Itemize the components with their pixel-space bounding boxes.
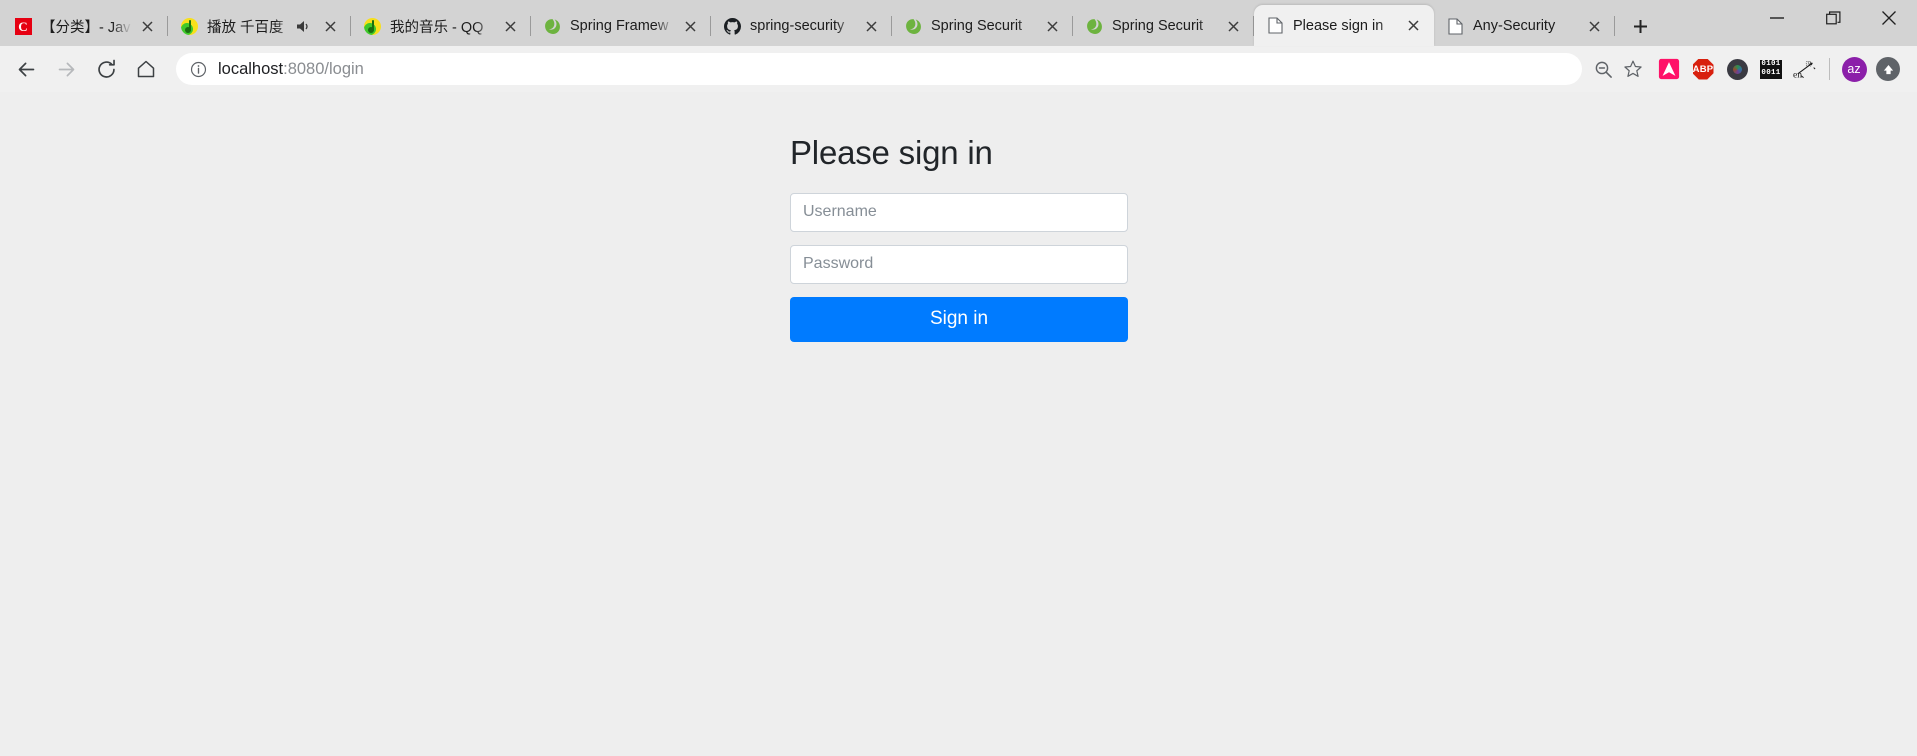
bookmark-button[interactable]	[1618, 54, 1648, 84]
page-title: Please sign in	[790, 134, 993, 171]
tab-strip: C 【分类】- Jav 播放 千百度 我的音乐 - QQ Spring Fram…	[0, 0, 1917, 46]
zoom-out-button[interactable]	[1588, 54, 1618, 84]
spring-leaf-icon	[543, 17, 561, 35]
star-icon	[1624, 60, 1642, 77]
browser-tab-spring-security-1[interactable]: Spring Securit	[892, 6, 1073, 46]
browser-tab-spring-security-2[interactable]: Spring Securit	[1073, 6, 1254, 46]
new-tab-button[interactable]	[1623, 9, 1657, 43]
qqmusic-icon	[363, 17, 381, 35]
address-bar[interactable]: localhost:8080/login	[176, 53, 1582, 85]
browser-tab-spring-security-github[interactable]: spring-security	[711, 6, 892, 46]
tab-close-icon[interactable]	[317, 13, 343, 39]
site-info-icon[interactable]	[188, 59, 208, 79]
browser-toolbar: localhost:8080/login ABP 0101 0011 en 汉 …	[0, 46, 1917, 92]
password-input[interactable]: Password	[790, 244, 1128, 284]
signin-button[interactable]: Sign in	[790, 296, 1128, 342]
browser-tab-please-sign-in[interactable]: Please sign in	[1254, 5, 1434, 46]
username-placeholder: Username	[803, 203, 877, 221]
arrow-left-icon	[18, 62, 34, 76]
back-button[interactable]	[6, 49, 46, 89]
spring-leaf-icon	[904, 17, 922, 35]
omnibox-actions	[1588, 54, 1648, 84]
tab-close-icon[interactable]	[1220, 13, 1246, 39]
tab-title: Spring Framew	[570, 18, 669, 34]
close-icon	[1882, 11, 1896, 25]
profile-initials: az	[1841, 56, 1867, 82]
tab-title: 【分类】- Jav	[41, 19, 131, 36]
tab-title: Spring Securit	[1112, 18, 1204, 34]
toolbar-divider	[1829, 58, 1830, 80]
username-input[interactable]: Username	[790, 192, 1128, 232]
arrow-right-icon	[58, 62, 74, 76]
tab-title: spring-security	[750, 18, 845, 34]
window-maximize-button[interactable]	[1805, 0, 1861, 36]
url-path: :8080/login	[283, 59, 364, 78]
translate-icon[interactable]: en 汉	[1788, 52, 1822, 86]
tab-close-icon[interactable]	[677, 13, 703, 39]
browser-tab-csdn[interactable]: C 【分类】- Jav	[2, 6, 168, 46]
tab-title: Any-Security	[1473, 18, 1556, 34]
window-close-button[interactable]	[1861, 0, 1917, 36]
adblock-plus-label: ABP	[1692, 58, 1714, 80]
reload-icon	[97, 59, 115, 78]
csdn-icon: C	[14, 17, 32, 35]
home-icon	[137, 60, 155, 78]
url-text: localhost:8080/login	[218, 60, 1572, 79]
binary-bottom-label: 0011	[1761, 69, 1781, 77]
tab-close-icon[interactable]	[497, 13, 523, 39]
github-icon	[723, 17, 741, 35]
browser-tab-qqmusic-mymusic[interactable]: 我的音乐 - QQ	[351, 6, 531, 46]
zoom-out-icon	[1595, 61, 1612, 78]
signin-form: Please sign in Username Password Sign in	[790, 92, 1128, 342]
browser-tab-spring-framework[interactable]: Spring Framew	[531, 6, 711, 46]
extensions-area: ABP 0101 0011 en 汉 az	[1652, 52, 1905, 86]
tab-title: Spring Securit	[931, 18, 1023, 34]
reload-button[interactable]	[86, 49, 126, 89]
tab-close-icon[interactable]	[1400, 13, 1426, 39]
plus-icon	[1633, 19, 1647, 33]
browser-window: C 【分类】- Jav 播放 千百度 我的音乐 - QQ Spring Fram…	[0, 0, 1917, 756]
spring-leaf-icon	[1085, 17, 1103, 35]
password-placeholder: Password	[803, 255, 874, 273]
window-minimize-button[interactable]	[1749, 0, 1805, 36]
avast-icon[interactable]	[1652, 52, 1686, 86]
tab-title: 播放 千百度	[207, 19, 284, 36]
tab-close-icon[interactable]	[1039, 13, 1065, 39]
browser-tab-any-security[interactable]: Any-Security	[1434, 6, 1615, 46]
qqmusic-icon	[180, 17, 198, 35]
maximize-icon	[1825, 10, 1840, 24]
tab-close-icon[interactable]	[134, 13, 160, 39]
page-icon	[1446, 17, 1464, 35]
tab-close-icon[interactable]	[1581, 13, 1607, 39]
adblock-plus-icon[interactable]: ABP	[1686, 52, 1720, 86]
browser-tab-qqmusic-play[interactable]: 播放 千百度	[168, 6, 351, 46]
audio-playing-icon[interactable]	[295, 20, 311, 33]
page-icon	[1266, 17, 1284, 35]
page-viewport: Please sign in Username Password Sign in	[0, 92, 1917, 756]
browser-menu-button[interactable]	[1871, 52, 1905, 86]
binary-icon[interactable]: 0101 0011	[1754, 52, 1788, 86]
url-host: localhost	[218, 59, 284, 78]
binary-top-label: 0101	[1761, 60, 1781, 68]
forward-button	[46, 49, 86, 89]
tab-close-icon[interactable]	[858, 13, 884, 39]
avatar[interactable]: az	[1837, 52, 1871, 86]
window-controls	[1749, 0, 1917, 46]
minimize-icon	[1770, 17, 1784, 19]
arrow-up-circle-icon	[1876, 57, 1900, 81]
camera-icon[interactable]	[1720, 52, 1754, 86]
tab-title: 我的音乐 - QQ	[390, 19, 484, 36]
home-button[interactable]	[126, 49, 166, 89]
tab-title: Please sign in	[1293, 17, 1384, 34]
